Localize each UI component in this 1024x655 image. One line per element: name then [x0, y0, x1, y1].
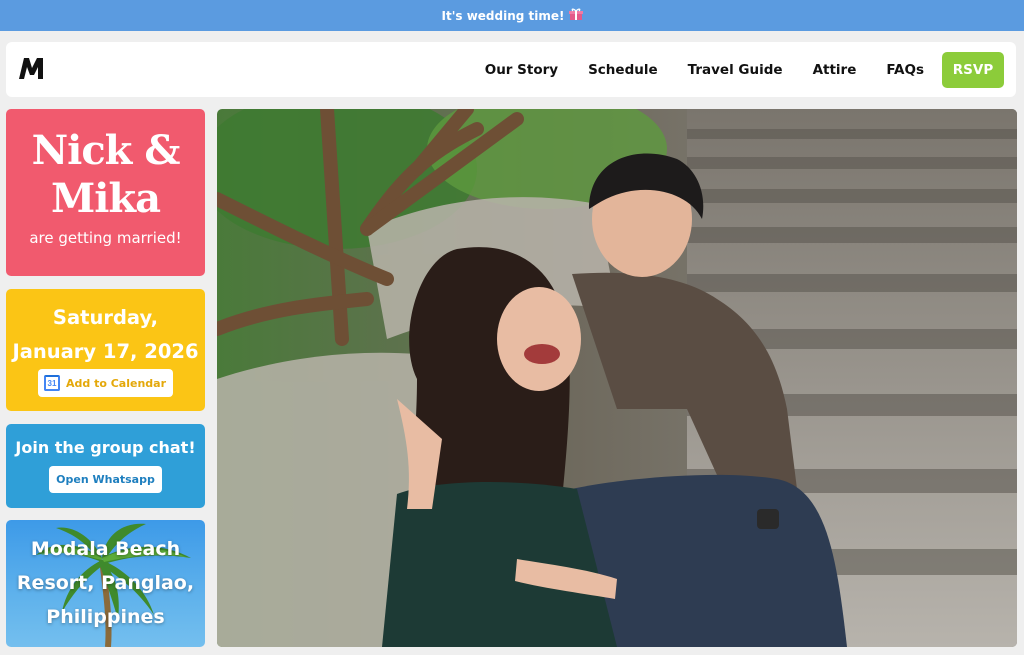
announcement-banner: It's wedding time! [0, 0, 1024, 31]
couple-photo-illustration [217, 109, 1017, 647]
nav-our-story[interactable]: Our Story [470, 62, 573, 78]
nav-faqs[interactable]: FAQs [871, 62, 939, 78]
names-line-2: Mika [50, 175, 161, 222]
group-chat-card: Join the group chat! Open Whatsapp [6, 424, 205, 508]
banner-text: It's wedding time! [441, 8, 565, 23]
venue-location-card: Modala Beach Resort, Panglao, Philippine… [6, 520, 205, 647]
rsvp-button[interactable]: RSVP [942, 52, 1004, 88]
location-line-1: Modala Beach [30, 538, 181, 560]
couple-photo [217, 109, 1017, 647]
location-line-3: Philippines [46, 606, 165, 628]
tagline: are getting married! [29, 229, 182, 247]
calendar-icon: 31 [43, 375, 60, 391]
venue-location: Modala Beach Resort, Panglao, Philippine… [6, 532, 205, 634]
site-logo[interactable] [18, 56, 46, 82]
nav-links: Our Story Schedule Travel Guide Attire F… [470, 52, 1004, 88]
nav-attire[interactable]: Attire [798, 62, 872, 78]
wedding-date-card: Saturday, January 17, 2026 31 Add to Cal… [6, 289, 205, 411]
add-to-calendar-label: Add to Calendar [65, 376, 166, 390]
nav-schedule[interactable]: Schedule [573, 62, 673, 78]
top-navigation: Our Story Schedule Travel Guide Attire F… [6, 42, 1016, 97]
couple-names: Nick & Mika [6, 127, 205, 223]
date-line-1: Saturday, [52, 306, 159, 329]
names-line-1: Nick & [31, 127, 181, 174]
open-whatsapp-button[interactable]: Open Whatsapp [49, 466, 162, 493]
gift-icon [568, 8, 583, 24]
couple-names-card: Nick & Mika are getting married! [6, 109, 205, 276]
wedding-date: Saturday, January 17, 2026 [6, 301, 205, 369]
add-to-calendar-button[interactable]: 31 Add to Calendar [37, 369, 173, 397]
date-line-2: January 17, 2026 [12, 340, 199, 363]
group-chat-title: Join the group chat! [15, 438, 196, 457]
nav-travel-guide[interactable]: Travel Guide [673, 62, 798, 78]
location-line-2: Resort, Panglao, [16, 572, 195, 594]
